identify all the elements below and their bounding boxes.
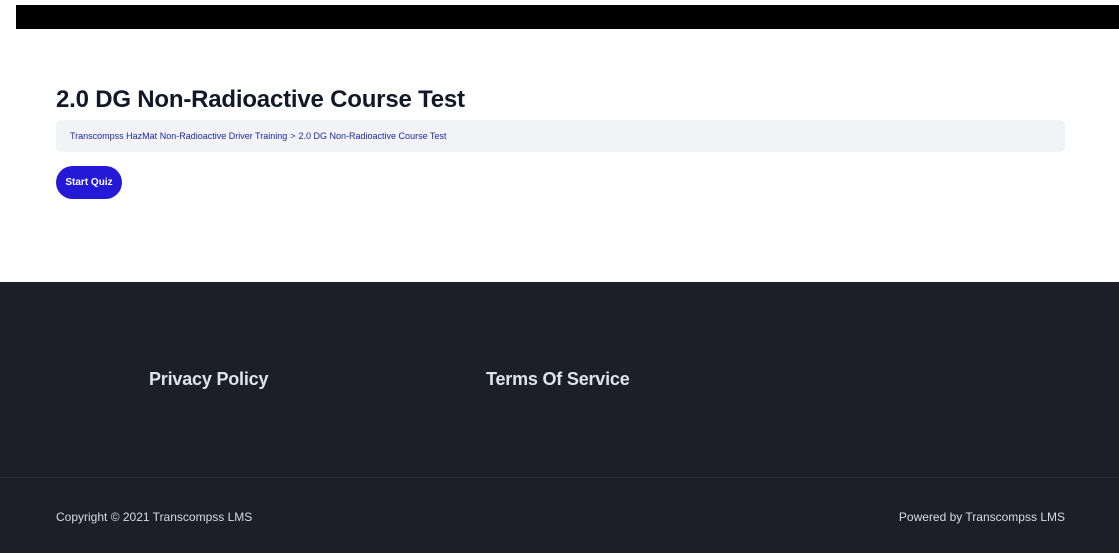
start-quiz-button[interactable]: Start Quiz	[56, 166, 122, 199]
breadcrumb: Transcompss HazMat Non-Radioactive Drive…	[56, 120, 1065, 152]
page-title: 2.0 DG Non-Radioactive Course Test	[56, 86, 465, 113]
privacy-policy-link[interactable]: Privacy Policy	[149, 369, 268, 390]
copyright-text: Copyright © 2021 Transcompss LMS	[56, 510, 253, 524]
breadcrumb-current-page[interactable]: 2.0 DG Non-Radioactive Course Test	[299, 131, 447, 141]
footer-divider	[0, 477, 1119, 478]
terms-of-service-link[interactable]: Terms Of Service	[486, 369, 630, 390]
breadcrumb-separator: >	[290, 131, 296, 141]
footer-links: Privacy Policy Terms Of Service	[0, 369, 1119, 395]
breadcrumb-course-link[interactable]: Transcompss HazMat Non-Radioactive Drive…	[70, 131, 287, 141]
site-footer: Privacy Policy Terms Of Service Copyrigh…	[0, 282, 1119, 553]
page: 2.0 DG Non-Radioactive Course Test Trans…	[0, 0, 1119, 553]
top-header-bar	[16, 5, 1119, 29]
main-content: 2.0 DG Non-Radioactive Course Test Trans…	[56, 84, 1065, 199]
powered-by-text: Powered by Transcompss LMS	[898, 510, 1065, 524]
